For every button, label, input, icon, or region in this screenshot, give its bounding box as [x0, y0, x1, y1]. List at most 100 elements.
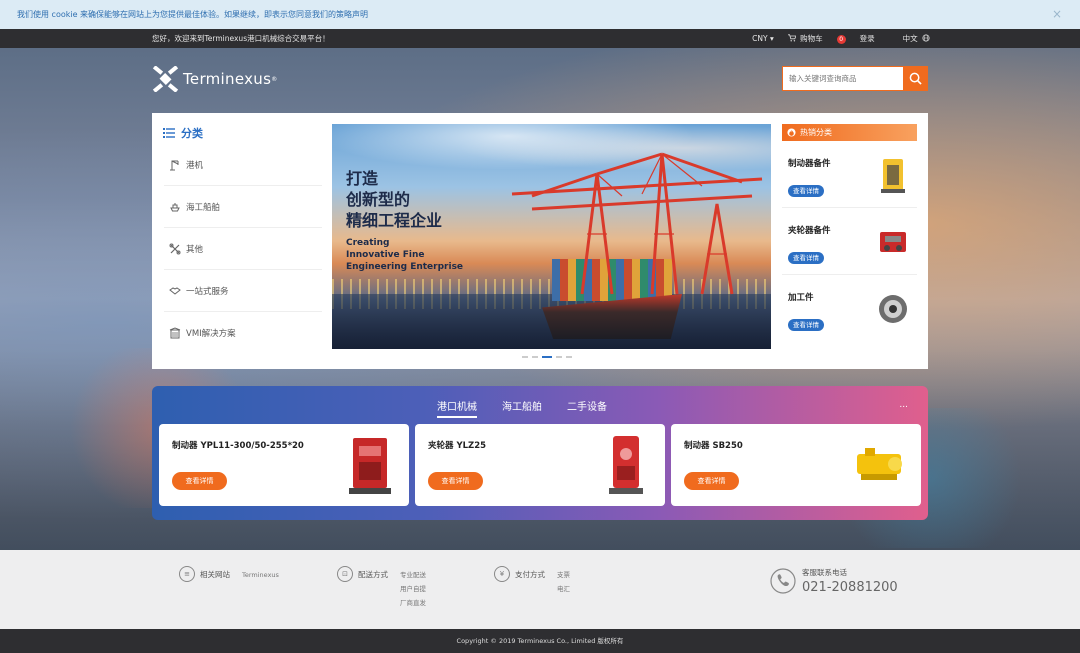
carousel-indicators	[522, 356, 572, 358]
carousel-dot[interactable]	[532, 356, 538, 358]
top-bar: 您好，欢迎来到Terminexus港口机械综合交易平台！ CNY ▾ 购物车 0 …	[0, 29, 1080, 48]
carousel-dot[interactable]	[522, 356, 528, 358]
carousel-dot-active[interactable]	[542, 356, 552, 358]
footer-link[interactable]: 专业配送	[400, 568, 426, 582]
hot-item-name: 制动器备件	[788, 159, 831, 169]
search-input[interactable]	[782, 66, 903, 91]
footer-col-title: 配送方式	[358, 570, 388, 579]
main-panel: 分类 港机 海工船舶 其他 一站式服务 VMI解决方案 打造 创新型的 精细工程…	[152, 113, 928, 369]
product-section: 港口机械 海工船舶 二手设备 ... 制动器 YPL11-300/50-255*…	[152, 386, 928, 520]
category-label: 其他	[186, 244, 204, 255]
product-card[interactable]: 制动器 SB250 查看详情	[671, 424, 921, 506]
cookie-text: 我们使用 cookie 来确保能够在网站上为您提供最佳体验。如果继续，即表示您同…	[17, 10, 369, 19]
rail-clamp-product-image	[880, 232, 906, 252]
list-icon	[163, 128, 175, 138]
phone-title: 客服联系电话	[802, 568, 847, 577]
banner-subtitle: Creating Innovative Fine Engineering Ent…	[346, 237, 463, 273]
building-icon	[169, 327, 181, 339]
language-select[interactable]: 中文	[889, 29, 930, 48]
view-details-button[interactable]: 查看详情	[788, 252, 824, 264]
ship-icon	[170, 202, 180, 211]
cart-link[interactable]: 购物车 0	[787, 29, 846, 48]
more-link[interactable]: ...	[899, 400, 908, 410]
hero-banner[interactable]: 打造 创新型的 精细工程企业 Creating Innovative Fine …	[332, 124, 771, 349]
currency-select[interactable]: CNY ▾	[752, 29, 774, 48]
category-label: 一站式服务	[186, 286, 229, 297]
login-link[interactable]: 登录	[860, 29, 875, 48]
category-item-other[interactable]: 其他	[164, 228, 322, 270]
category-item-port-machinery[interactable]: 港机	[164, 144, 322, 186]
brake-product-image	[881, 159, 905, 193]
carousel-dot[interactable]	[566, 356, 572, 358]
product-tabs: 港口机械 海工船舶 二手设备	[437, 398, 607, 418]
phone-number[interactable]: 021-20881200	[802, 580, 898, 595]
product-card[interactable]: 制动器 YPL11-300/50-255*20 查看详情	[159, 424, 409, 506]
cart-count-badge: 0	[836, 34, 846, 44]
copyright: Copyright © 2019 Terminexus Co., Limited…	[0, 629, 1080, 653]
footer-link[interactable]: 用户自提	[400, 582, 426, 596]
hot-item-rail-clamp-parts[interactable]: 夹轮器备件 查看详情	[782, 208, 917, 275]
fire-icon	[787, 128, 796, 137]
view-details-button[interactable]: 查看详情	[788, 319, 824, 331]
tab-port-machinery[interactable]: 港口机械	[437, 398, 477, 418]
hot-header: 热销分类	[782, 124, 917, 141]
logo-mark: ®	[271, 75, 278, 83]
brake-ypl-image	[349, 438, 391, 494]
category-label: 港机	[186, 160, 204, 171]
truck-icon: ⊡	[337, 566, 353, 582]
logo[interactable]: Terminexus ®	[152, 66, 278, 92]
tab-used-equipment[interactable]: 二手设备	[567, 398, 607, 418]
category-title: 分类	[181, 127, 203, 140]
view-details-button[interactable]: 查看详情	[428, 472, 483, 490]
hot-item-name: 加工件	[788, 293, 814, 303]
hot-title: 热销分类	[800, 128, 832, 137]
carousel-dot[interactable]	[556, 356, 562, 358]
category-label: VMI解决方案	[186, 329, 236, 339]
category-item-marine[interactable]: 海工船舶	[164, 186, 322, 228]
hot-item-name: 夹轮器备件	[788, 226, 831, 236]
crane-illustration	[511, 152, 763, 295]
category-item-vmi[interactable]: VMI解决方案	[164, 312, 322, 354]
footer-link[interactable]: 支票	[557, 568, 570, 582]
search-bar	[782, 66, 928, 91]
close-icon[interactable]: ×	[1052, 0, 1062, 29]
cart-label: 购物车	[800, 34, 823, 43]
view-details-button[interactable]: 查看详情	[684, 472, 739, 490]
product-name: 制动器 SB250	[684, 441, 743, 451]
yen-icon: ¥	[494, 566, 510, 582]
hot-categories: 热销分类 制动器备件 查看详情 夹轮器备件 查看详情 加工件 查看详情	[782, 124, 917, 342]
hot-item-machined-parts[interactable]: 加工件 查看详情	[782, 275, 917, 342]
link-icon: ≡	[179, 566, 195, 582]
machined-part-image	[879, 295, 907, 323]
category-label: 海工船舶	[186, 202, 221, 213]
search-icon	[909, 72, 922, 85]
cart-icon	[787, 34, 797, 42]
footer-col-title: 支付方式	[515, 570, 545, 579]
product-card[interactable]: 夹轮器 YLZ25 查看详情	[415, 424, 665, 506]
footer-delivery: ⊡ 配送方式 专业配送 用户自提 厂商直发	[337, 566, 426, 610]
tab-marine[interactable]: 海工船舶	[502, 398, 542, 418]
view-details-button[interactable]: 查看详情	[172, 472, 227, 490]
footer-payment: ¥ 支付方式 支票 电汇	[494, 566, 570, 596]
category-header: 分类	[163, 125, 203, 141]
banner-en-2: Innovative Fine	[346, 250, 425, 260]
banner-en-3: Engineering Enterprise	[346, 262, 464, 272]
handshake-icon	[169, 286, 181, 295]
category-item-one-stop[interactable]: 一站式服务	[164, 270, 322, 312]
footer: ≡ 相关网站 Terminexus ⊡ 配送方式 专业配送 用户自提 厂商直发 …	[0, 550, 1080, 629]
rail-clamp-ylz-image	[609, 436, 643, 494]
footer-link[interactable]: Terminexus	[242, 568, 279, 582]
banner-en-1: Creating	[346, 238, 390, 248]
footer-link[interactable]: 电汇	[557, 582, 570, 596]
hot-item-brake-parts[interactable]: 制动器备件 查看详情	[782, 141, 917, 208]
language-label: 中文	[902, 34, 918, 43]
footer-col-title: 相关网站	[200, 570, 230, 579]
footer-link[interactable]: 厂商直发	[400, 596, 426, 610]
globe-icon	[922, 34, 930, 42]
tools-icon	[169, 243, 181, 254]
crane-icon	[170, 160, 179, 170]
search-button[interactable]	[903, 66, 928, 91]
view-details-button[interactable]: 查看详情	[788, 185, 824, 197]
banner-line-3: 精细工程企业	[346, 211, 443, 230]
banner-line-1: 打造	[346, 169, 379, 188]
